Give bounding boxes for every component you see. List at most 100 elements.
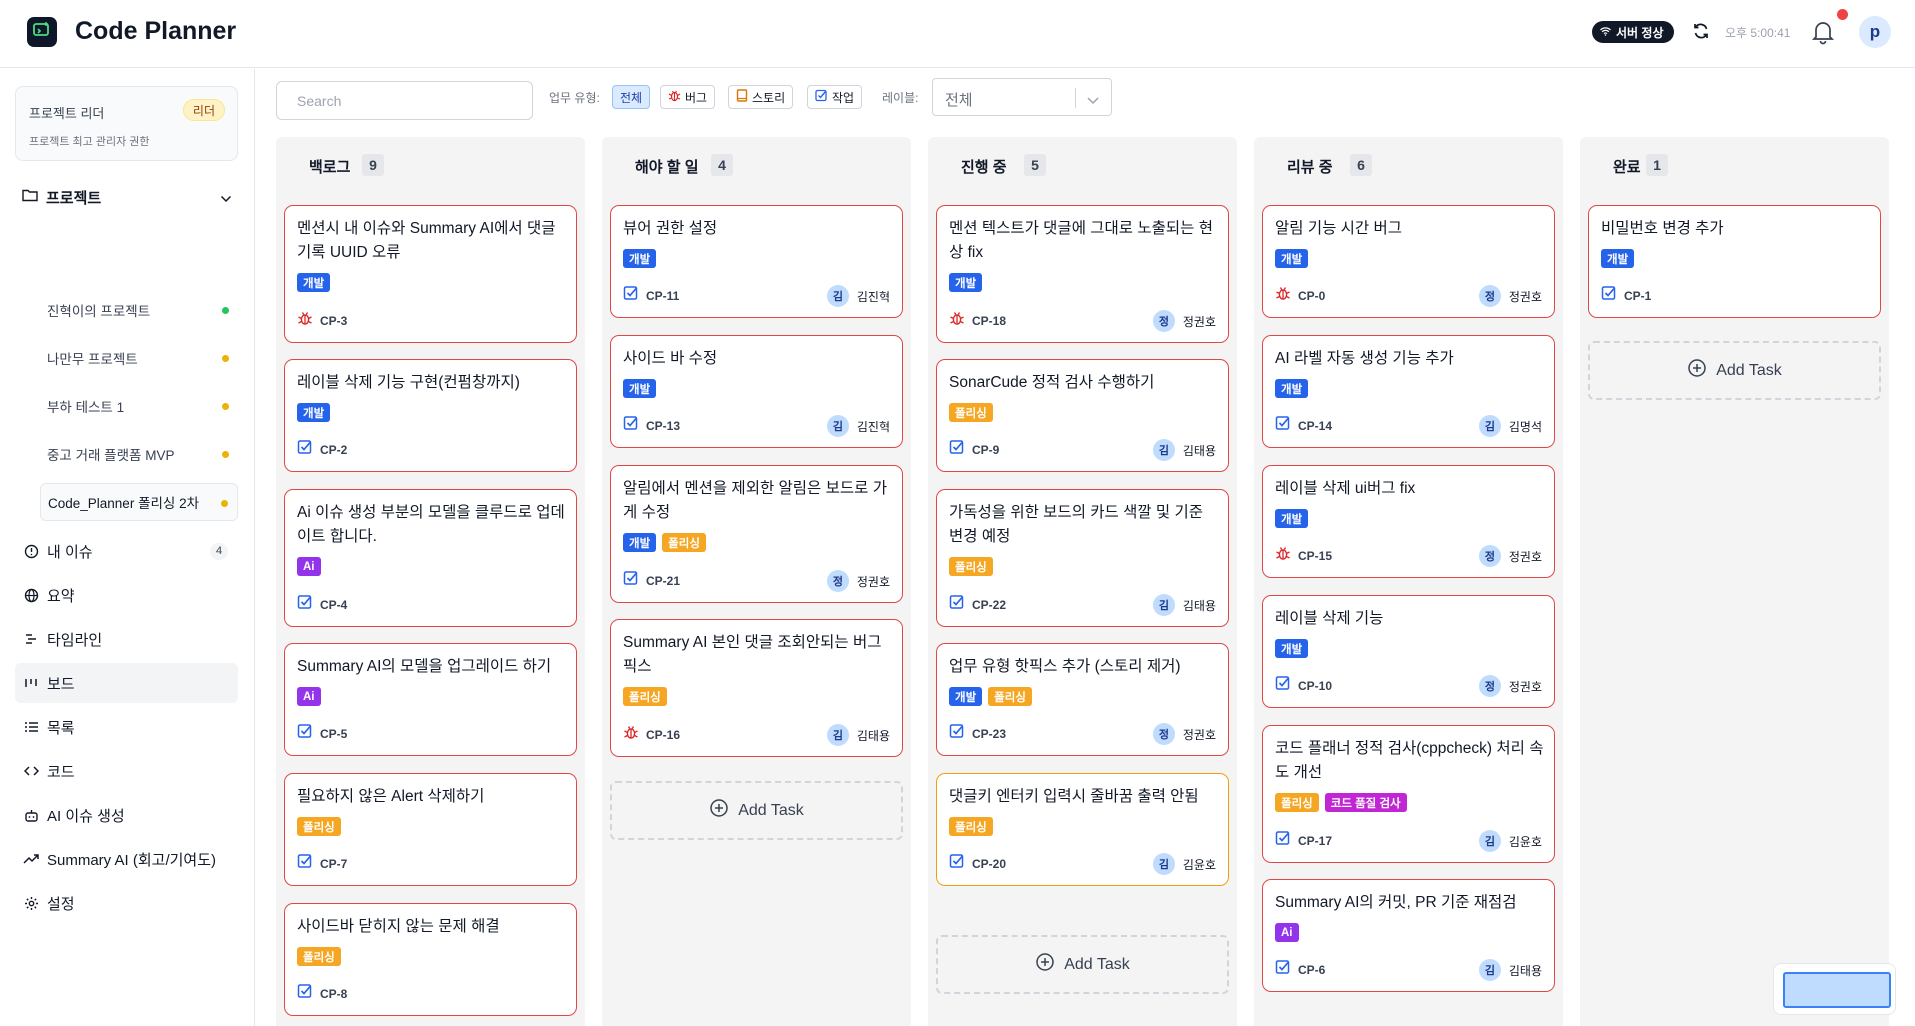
card-tags: 폴리싱 [949,557,993,576]
issue-card[interactable]: Ai 이슈 생성 부분의 모델을 클루드로 업데이트 합니다. Ai CP-4 [284,489,577,627]
label-tag: 폴리싱 [1275,793,1319,812]
nav-board[interactable]: 보드 [15,663,238,703]
nav-ai-issue[interactable]: AI 이슈 생성 [15,795,238,835]
card-meta: CP-9 [949,439,999,460]
user-avatar[interactable]: p [1859,16,1891,48]
project-item[interactable]: 중고 거래 플랫폼 MVP [40,435,238,473]
type-filter-all[interactable]: 전체 [612,85,651,109]
project-item[interactable]: 진혁이의 프로젝트 [40,291,238,329]
issue-card[interactable]: 비밀번호 변경 추가 개발 CP-1 [1588,205,1881,318]
refresh-icon[interactable] [1692,22,1710,45]
role-badge: 리더 [182,99,225,121]
issue-card[interactable]: 알림에서 멘션을 제외한 알림은 보드로 가게 수정 개발 폴리싱 CP-21 정 정권호 [610,465,903,603]
server-status-text: 서버 정상 [1616,25,1664,40]
issue-card[interactable]: Summary AI 본인 댓글 조회안되는 버그 픽스 폴리싱 CP-16 김 김태용 [610,619,903,757]
checkbox-icon [815,89,828,105]
card-title: 코드 플래너 정적 검사(cppcheck) 처리 속도 개선 [1275,740,1544,781]
card-tags: 개발 [1275,249,1309,268]
task-checkbox-icon [1275,415,1291,436]
card-meta: CP-20 [949,853,1006,874]
issue-key: CP-8 [320,986,348,1001]
type-filter-bug[interactable]: 버그 [660,85,716,109]
issue-card[interactable]: 레이블 삭제 기능 개발 CP-10 정 정권호 [1262,595,1555,708]
type-filter-label: 업무 유형: [549,91,600,105]
label-filter-select[interactable]: 전체 [932,78,1112,116]
issue-key: CP-14 [1298,418,1333,433]
card-title: 레이블 삭제 기능 구현(컨펌창까지) [297,374,520,391]
nav-code[interactable]: 코드 [15,751,238,791]
label-tag: 개발 [623,379,657,398]
project-status-dot [221,500,228,507]
label-tag: 개발 [1275,379,1309,398]
issue-card[interactable]: 업무 유형 핫픽스 추가 (스토리 제거) 개발 폴리싱 CP-23 정 정권호 [936,643,1229,756]
app-logo[interactable] [27,17,57,47]
nav-summary[interactable]: 요약 [15,575,238,615]
issue-card[interactable]: 필요하지 않은 Alert 삭제하기 폴리싱 CP-7 [284,773,577,886]
add-task-button[interactable]: Add Task [936,935,1229,994]
card-title: Summary AI의 모델을 업그레이드 하기 [297,658,552,675]
issue-card[interactable]: 가독성을 위한 보드의 카드 색깔 및 기준 변경 예정 폴리싱 CP-22 김 김태용 [936,489,1229,627]
card-meta: CP-21 [623,570,680,591]
issue-card[interactable]: 뷰어 권한 설정 개발 CP-11 김 김진혁 [610,205,903,318]
card-meta: CP-5 [297,723,347,744]
nav-summary-ai[interactable]: Summary AI (회고/기여도) [15,839,238,879]
projects-toggle[interactable]: 프로젝트 [22,187,232,207]
folder-icon [22,188,38,207]
issue-card[interactable]: 코드 플래너 정적 검사(cppcheck) 처리 속도 개선 폴리싱 코드 품질 … [1262,725,1555,863]
issue-card[interactable]: 댓글키 엔터키 입력시 줄바꿈 출력 안됨 폴리싱 CP-20 김 김윤호 [936,773,1229,886]
project-item[interactable]: 나만무 프로젝트 [40,339,238,377]
assignee-name: 김태용 [1182,443,1216,458]
issue-card[interactable]: Summary AI의 모델을 업그레이드 하기 Ai CP-5 [284,643,577,756]
project-item[interactable]: 부하 테스트 1 [40,387,238,425]
issue-card[interactable]: 사이드 바 수정 개발 CP-13 김 김진혁 [610,335,903,448]
assignee-avatar: 정 [1478,545,1501,567]
card-meta: CP-17 [1275,830,1332,851]
issue-card[interactable]: 멘션시 내 이슈와 Summary AI에서 댓글 기록 UUID 오류 개발 CP… [284,205,577,343]
issue-key: CP-15 [1298,548,1333,563]
issue-card[interactable]: 레이블 삭제 기능 구현(컨펌창까지) 개발 CP-2 [284,359,577,472]
card-tags: 개발 [623,379,657,398]
card-assignee: 정 정권호 [826,570,890,592]
card-assignee: 김 김윤호 [1478,830,1542,852]
my-issues-count: 4 [210,543,228,560]
assignee-avatar: 정 [1152,723,1175,745]
issue-card[interactable]: 레이블 삭제 ui버그 fix 개발 CP-15 정 정권호 [1262,465,1555,578]
issue-card[interactable]: 알림 기능 시간 버그 개발 CP-0 정 정권호 [1262,205,1555,318]
card-meta: CP-8 [297,983,347,1004]
issue-key: CP-2 [320,442,348,457]
project-name: 진혁이의 프로젝트 [47,304,151,319]
assignee-avatar: 김 [1478,959,1501,981]
card-title: 레이블 삭제 ui버그 fix [1275,480,1416,497]
nav-my-issues[interactable]: 내 이슈 4 [15,531,238,571]
card-title: 사이드바 닫히지 않는 문제 해결 [297,918,500,935]
bug-icon [623,724,639,745]
nav-list[interactable]: 목록 [15,707,238,747]
assignee-name: 정권호 [1508,679,1542,694]
assignee-avatar: 정 [1478,675,1501,697]
type-filter-story[interactable]: 스토리 [728,85,794,109]
nav-timeline[interactable]: 타임라인 [15,619,238,659]
notification-bell-icon[interactable] [1811,19,1835,50]
issue-card[interactable]: Summary AI의 커밋, PR 기준 재점검 Ai CP-6 김 김태용 [1262,879,1555,992]
nav-label: AI 이슈 생성 [47,807,125,825]
card-meta: CP-13 [623,415,680,436]
column: 진행 중 5 멘션 텍스트가 댓글에 그대로 노출되는 현상 fix 개발 CP-18 정… [928,137,1237,1026]
card-assignee: 김 김태용 [1152,594,1216,616]
nav-settings[interactable]: 설정 [15,883,238,923]
card-title: 필요하지 않은 Alert 삭제하기 [297,788,485,805]
issue-card[interactable]: 사이드바 닫히지 않는 문제 해결 폴리싱 CP-8 [284,903,577,1016]
card-title: 댓글키 엔터키 입력시 줄바꿈 출력 안됨 [949,788,1199,805]
floating-widget-inner[interactable] [1783,972,1891,1008]
type-filter-task[interactable]: 작업 [807,85,863,109]
project-item-active[interactable]: Code_Planner 폴리싱 2차 [40,483,238,521]
bug-icon [1275,545,1291,566]
add-task-button[interactable]: Add Task [610,781,903,840]
floating-widget[interactable] [1773,963,1896,1015]
card-meta: CP-15 [1275,545,1332,566]
card-assignee: 정 정권호 [1152,723,1216,745]
issue-card[interactable]: AI 라벨 자동 생성 기능 추가 개발 CP-14 김 김명석 [1262,335,1555,448]
search-input[interactable] [276,81,533,120]
issue-card[interactable]: 멘션 텍스트가 댓글에 그대로 노출되는 현상 fix 개발 CP-18 정 정권호 [936,205,1229,343]
issue-card[interactable]: SonarCude 정적 검사 수행하기 폴리싱 CP-9 김 김태용 [936,359,1229,472]
add-task-button[interactable]: Add Task [1588,341,1881,400]
